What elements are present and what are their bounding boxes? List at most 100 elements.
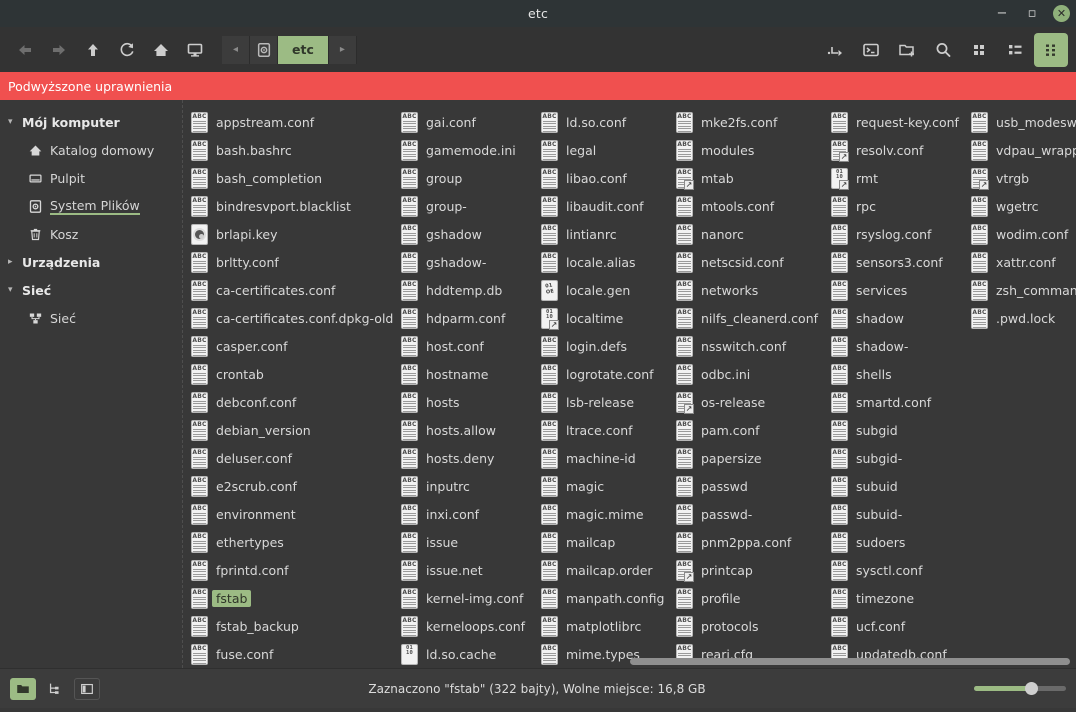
file-item[interactable]: ABC lsb-release [533, 388, 668, 416]
file-item[interactable]: ABC machine-id [533, 444, 668, 472]
file-item[interactable]: ABC networks [668, 276, 823, 304]
file-item[interactable]: ABC magic.mime [533, 500, 668, 528]
horizontal-scrollbar-thumb[interactable] [629, 658, 1070, 665]
new-folder-icon[interactable] [890, 33, 924, 67]
file-item[interactable]: ABC e2scrub.conf [183, 472, 393, 500]
file-item[interactable]: ABC ca-certificates.conf [183, 276, 393, 304]
file-item[interactable]: ABC shadow [823, 304, 963, 332]
file-item[interactable]: ABC group [393, 164, 533, 192]
file-item[interactable]: ABC ca-certificates.conf.dpkg-old [183, 304, 393, 332]
file-item[interactable]: ABC magic [533, 472, 668, 500]
computer-icon[interactable] [178, 33, 212, 67]
back-arrow-icon[interactable] [8, 33, 42, 67]
reload-icon[interactable] [110, 33, 144, 67]
file-item[interactable]: ABC sensors3.conf [823, 248, 963, 276]
file-item[interactable]: ABC ld.so.conf [533, 108, 668, 136]
minimize-button[interactable]: − [993, 5, 1011, 23]
file-item[interactable]: ABC wodim.conf [963, 220, 1076, 248]
file-item[interactable]: ABC shadow- [823, 332, 963, 360]
file-item[interactable]: ABC debconf.conf [183, 388, 393, 416]
file-item[interactable]: ABC libao.conf [533, 164, 668, 192]
file-item[interactable]: ABC fstab_backup [183, 612, 393, 640]
file-item[interactable]: ABC ↗ mtab [668, 164, 823, 192]
file-item[interactable]: ABC matplotlibrc [533, 612, 668, 640]
file-item[interactable]: ABC bash.bashrc [183, 136, 393, 164]
file-item[interactable]: ABC crontab [183, 360, 393, 388]
file-item[interactable]: ABC smartd.conf [823, 388, 963, 416]
file-item[interactable]: ABC pam.conf [668, 416, 823, 444]
file-item[interactable]: ABC issue.net [393, 556, 533, 584]
file-item[interactable]: ABC pnm2ppa.conf [668, 528, 823, 556]
file-item[interactable]: brlapi.key [183, 220, 393, 248]
file-item[interactable]: ABC gshadow- [393, 248, 533, 276]
file-item[interactable]: ABC timezone [823, 584, 963, 612]
compact-view-icon[interactable] [1034, 32, 1068, 67]
side-pane-button[interactable] [74, 677, 100, 700]
path-item-etc[interactable]: etc [278, 35, 329, 64]
file-item[interactable]: ABC manpath.config [533, 584, 668, 612]
file-item[interactable]: ABC debian_version [183, 416, 393, 444]
horizontal-scrollbar[interactable] [183, 658, 1076, 666]
file-item[interactable]: ABC hosts [393, 388, 533, 416]
sidebar-item-pulpit[interactable]: Pulpit [0, 164, 182, 192]
file-item[interactable]: ABC lintianrc [533, 220, 668, 248]
file-item[interactable]: ABC mailcap [533, 528, 668, 556]
path-item-filesystem[interactable] [250, 35, 278, 64]
path-scroll-left-button[interactable]: ◂ [222, 35, 250, 64]
file-item[interactable]: ABC passwd [668, 472, 823, 500]
file-item[interactable]: ABC gshadow [393, 220, 533, 248]
file-item[interactable]: ABC wgetrc [963, 192, 1076, 220]
zoom-slider-knob[interactable] [1025, 682, 1039, 695]
file-item[interactable]: ABC brltty.conf [183, 248, 393, 276]
file-item[interactable]: ABC passwd- [668, 500, 823, 528]
file-item[interactable]: ABC hosts.allow [393, 416, 533, 444]
forward-arrow-icon[interactable] [42, 33, 76, 67]
file-item[interactable]: ABC ltrace.conf [533, 416, 668, 444]
up-arrow-icon[interactable] [76, 33, 110, 67]
file-item[interactable]: ABC logrotate.conf [533, 360, 668, 388]
file-item[interactable]: ABC nanorc [668, 220, 823, 248]
file-item[interactable]: ABC .pwd.lock [963, 304, 1076, 332]
file-item[interactable]: ABC environment [183, 500, 393, 528]
maximize-button[interactable]: ▫ [1023, 5, 1041, 23]
file-item[interactable]: ABC ethertypes [183, 528, 393, 556]
file-item[interactable]: ABC inxi.conf [393, 500, 533, 528]
file-item[interactable]: ABC ↗ vtrgb [963, 164, 1076, 192]
file-item[interactable]: ABC issue [393, 528, 533, 556]
file-item[interactable]: ABC rpc [823, 192, 963, 220]
file-item[interactable]: ABC deluser.conf [183, 444, 393, 472]
file-item[interactable]: ABC subgid- [823, 444, 963, 472]
file-item[interactable]: ABC request-key.conf [823, 108, 963, 136]
file-item[interactable]: ABC usb_modeswitch.conf [963, 108, 1076, 136]
tree-view-button[interactable] [42, 677, 68, 700]
sidebar-group-1[interactable]: ▸ Urządzenia [0, 248, 182, 276]
file-item[interactable]: ABC ↗ printcap [668, 556, 823, 584]
file-item[interactable]: 01 10 ↗ localtime [533, 304, 668, 332]
file-item[interactable]: 01 10 ↗ rmt [823, 164, 963, 192]
file-item[interactable]: ABC zsh_command_not_found [963, 276, 1076, 304]
file-item[interactable]: ABC appstream.conf [183, 108, 393, 136]
file-item[interactable]: ABC mailcap.order [533, 556, 668, 584]
file-item[interactable]: ABC locale.alias [533, 248, 668, 276]
file-item[interactable]: ABC vdpau_wrapper.cfg [963, 136, 1076, 164]
sidebar-item-kosz[interactable]: Kosz [0, 220, 182, 248]
file-item[interactable]: ABC bindresvport.blacklist [183, 192, 393, 220]
file-item[interactable]: ABC shells [823, 360, 963, 388]
file-item[interactable]: ABC xattr.conf [963, 248, 1076, 276]
chevron-right-icon[interactable]: ▸ [8, 257, 22, 267]
file-item[interactable]: ABC nsswitch.conf [668, 332, 823, 360]
sidebar-group-2[interactable]: ▾ Sieć [0, 276, 182, 304]
sidebar-item-system-plików[interactable]: System Plików [0, 192, 182, 220]
file-item[interactable]: ABC login.defs [533, 332, 668, 360]
file-item[interactable]: ABC kernel-img.conf [393, 584, 533, 612]
file-item[interactable]: ABC netscsid.conf [668, 248, 823, 276]
file-item[interactable]: ABC group- [393, 192, 533, 220]
file-item[interactable]: ABC gai.conf [393, 108, 533, 136]
folder-view-button[interactable] [10, 677, 36, 700]
file-item[interactable]: ABC papersize [668, 444, 823, 472]
zoom-slider[interactable] [974, 682, 1066, 696]
file-item[interactable]: ABC hostname [393, 360, 533, 388]
file-item[interactable]: ABC nilfs_cleanerd.conf [668, 304, 823, 332]
file-item[interactable]: ABC kerneloops.conf [393, 612, 533, 640]
file-item-selected[interactable]: ABC fstab [183, 584, 393, 612]
